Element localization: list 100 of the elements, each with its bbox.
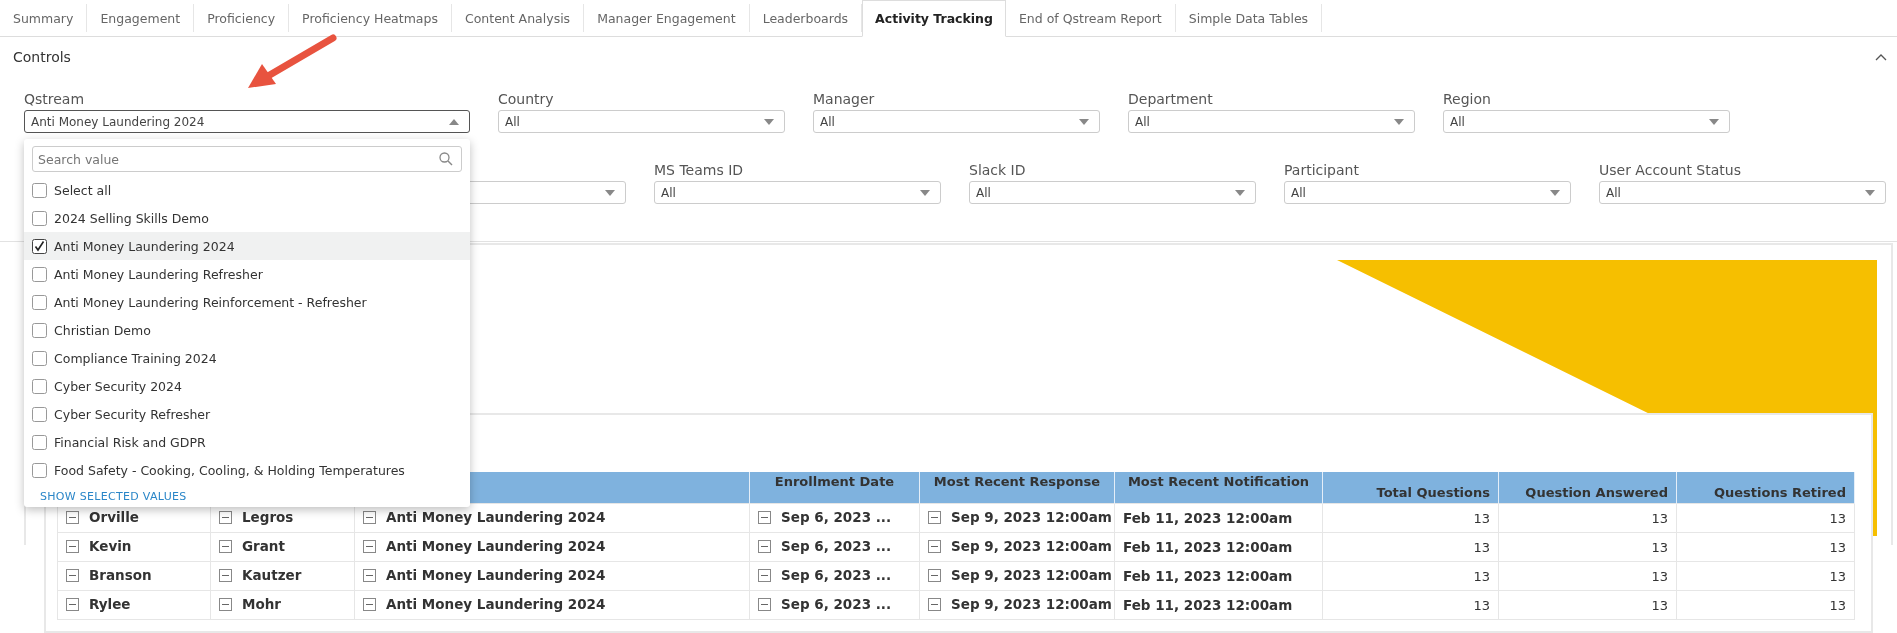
column-header[interactable]: Total Questions <box>1322 472 1499 504</box>
table-cell: Sep 9, 2023 12:00am <box>951 567 1112 584</box>
checkbox[interactable] <box>32 322 47 338</box>
collapse-icon[interactable] <box>928 539 941 553</box>
dropdown-option[interactable]: Cyber Security 2024 <box>24 372 470 400</box>
select-dropdown[interactable]: Anti Money Laundering 2024 <box>24 110 470 133</box>
collapse-icon[interactable] <box>928 510 941 524</box>
caret-icon <box>1235 189 1245 196</box>
table-cell: Anti Money Laundering 2024 <box>386 509 606 526</box>
dropdown-option[interactable]: Christian Demo <box>24 316 470 344</box>
dropdown-option[interactable]: Select all <box>24 176 470 204</box>
collapse-icon[interactable] <box>219 597 232 611</box>
table-cell: Sep 6, 2023 ... <box>781 567 892 584</box>
table-cell: 13 <box>1651 597 1668 613</box>
checkbox[interactable] <box>32 462 47 478</box>
filter-label: Qstream <box>24 91 86 109</box>
table-cell: Kautzer <box>242 567 302 584</box>
table-cell: Mohr <box>242 596 281 613</box>
table-cell: Rylee <box>89 596 131 613</box>
filter-label: Manager <box>813 91 876 109</box>
caret-icon <box>1550 189 1560 196</box>
select-dropdown[interactable]: All <box>1443 110 1730 133</box>
table-cell: 13 <box>1651 568 1668 584</box>
checkbox[interactable] <box>32 266 47 282</box>
table-cell: Orville <box>89 509 139 526</box>
column-header[interactable]: Most Recent Response <box>919 472 1115 504</box>
table-cell: 13 <box>1473 539 1490 555</box>
table-cell: 13 <box>1829 539 1846 555</box>
collapse-icon[interactable] <box>66 568 79 582</box>
select-dropdown[interactable]: All <box>498 110 785 133</box>
collapse-icon[interactable] <box>758 597 771 611</box>
collapse-icon[interactable] <box>66 510 79 524</box>
collapse-icon[interactable] <box>66 539 79 553</box>
section-title: Controls <box>13 49 71 65</box>
filter-label: Department <box>1128 91 1214 109</box>
caret-icon <box>920 189 930 196</box>
checkbox[interactable] <box>32 182 47 198</box>
table-cell: Sep 9, 2023 12:00am <box>951 538 1112 555</box>
table-cell: Grant <box>242 538 285 555</box>
table-cell: 13 <box>1829 510 1846 526</box>
dropdown-option[interactable]: Financial Risk and GDPR <box>24 428 470 456</box>
collapse-icon[interactable] <box>758 510 771 524</box>
checkbox[interactable] <box>32 210 47 226</box>
checkbox[interactable] <box>32 294 47 310</box>
collapse-icon[interactable] <box>363 510 376 524</box>
table-cell: Anti Money Laundering 2024 <box>386 596 606 613</box>
filter-label: MS Teams ID <box>654 162 745 180</box>
dropdown-option[interactable]: Anti Money Laundering Refresher <box>24 260 470 288</box>
table-cell: Sep 6, 2023 ... <box>781 538 892 555</box>
collapse-icon[interactable] <box>928 568 941 582</box>
table-cell: 13 <box>1651 510 1668 526</box>
dropdown-option[interactable]: Food Safety - Cooking, Cooling, & Holding Temperatures <box>24 456 470 484</box>
dropdown-option[interactable]: Compliance Training 2024 <box>24 344 470 372</box>
collapse-icon[interactable] <box>1875 53 1887 61</box>
collapse-icon[interactable] <box>219 510 232 524</box>
column-header[interactable]: Most Recent Notification <box>1114 472 1323 504</box>
filter-label: Participant <box>1284 162 1360 180</box>
collapse-icon[interactable] <box>758 568 771 582</box>
column-header[interactable]: Enrollment Date <box>749 472 920 504</box>
checkbox[interactable] <box>32 378 47 394</box>
caret-icon <box>449 118 459 125</box>
filter-label: Region <box>1443 91 1492 109</box>
collapse-icon[interactable] <box>928 597 941 611</box>
search-field[interactable]: Search value <box>32 146 462 172</box>
collapse-icon[interactable] <box>219 539 232 553</box>
dropdown-option[interactable]: Anti Money Laundering 2024 <box>24 232 470 260</box>
select-dropdown[interactable]: All <box>813 110 1100 133</box>
collapse-icon[interactable] <box>363 568 376 582</box>
caret-icon <box>1079 118 1089 125</box>
checkbox[interactable] <box>32 434 47 450</box>
table-cell: 13 <box>1473 510 1490 526</box>
select-dropdown[interactable]: All <box>1599 181 1886 204</box>
column-header[interactable]: Questions Retired <box>1676 472 1855 504</box>
caret-icon <box>1709 118 1719 125</box>
table-cell: Feb 11, 2023 12:00am <box>1123 597 1293 613</box>
dropdown-option[interactable]: Cyber Security Refresher <box>24 400 470 428</box>
caret-icon <box>605 189 615 196</box>
collapse-icon[interactable] <box>758 539 771 553</box>
dropdown-option[interactable]: 2024 Selling Skills Demo <box>24 204 470 232</box>
table-cell: 13 <box>1473 568 1490 584</box>
select-dropdown[interactable]: All <box>1284 181 1571 204</box>
table-cell: Sep 6, 2023 ... <box>781 596 892 613</box>
table-cell: 13 <box>1473 597 1490 613</box>
tab[interactable]: Activity Tracking <box>862 0 1006 37</box>
collapse-icon[interactable] <box>363 597 376 611</box>
collapse-icon[interactable] <box>66 597 79 611</box>
select-dropdown[interactable]: All <box>1128 110 1415 133</box>
checkbox[interactable] <box>32 238 47 254</box>
dropdown-option[interactable]: Anti Money Laundering Reinforcement - Refresher <box>24 288 470 316</box>
table-cell: Feb 11, 2023 12:00am <box>1123 539 1293 555</box>
collapse-icon[interactable] <box>363 539 376 553</box>
column-header[interactable]: Question Answered <box>1498 472 1677 504</box>
table-cell: Anti Money Laundering 2024 <box>386 538 606 555</box>
select-dropdown[interactable]: All <box>969 181 1256 204</box>
caret-icon <box>1865 189 1875 196</box>
checkbox[interactable] <box>32 406 47 422</box>
select-dropdown[interactable]: All <box>654 181 941 204</box>
show-selected-link[interactable]: SHOW SELECTED VALUES <box>40 490 187 503</box>
collapse-icon[interactable] <box>219 568 232 582</box>
checkbox[interactable] <box>32 350 47 366</box>
